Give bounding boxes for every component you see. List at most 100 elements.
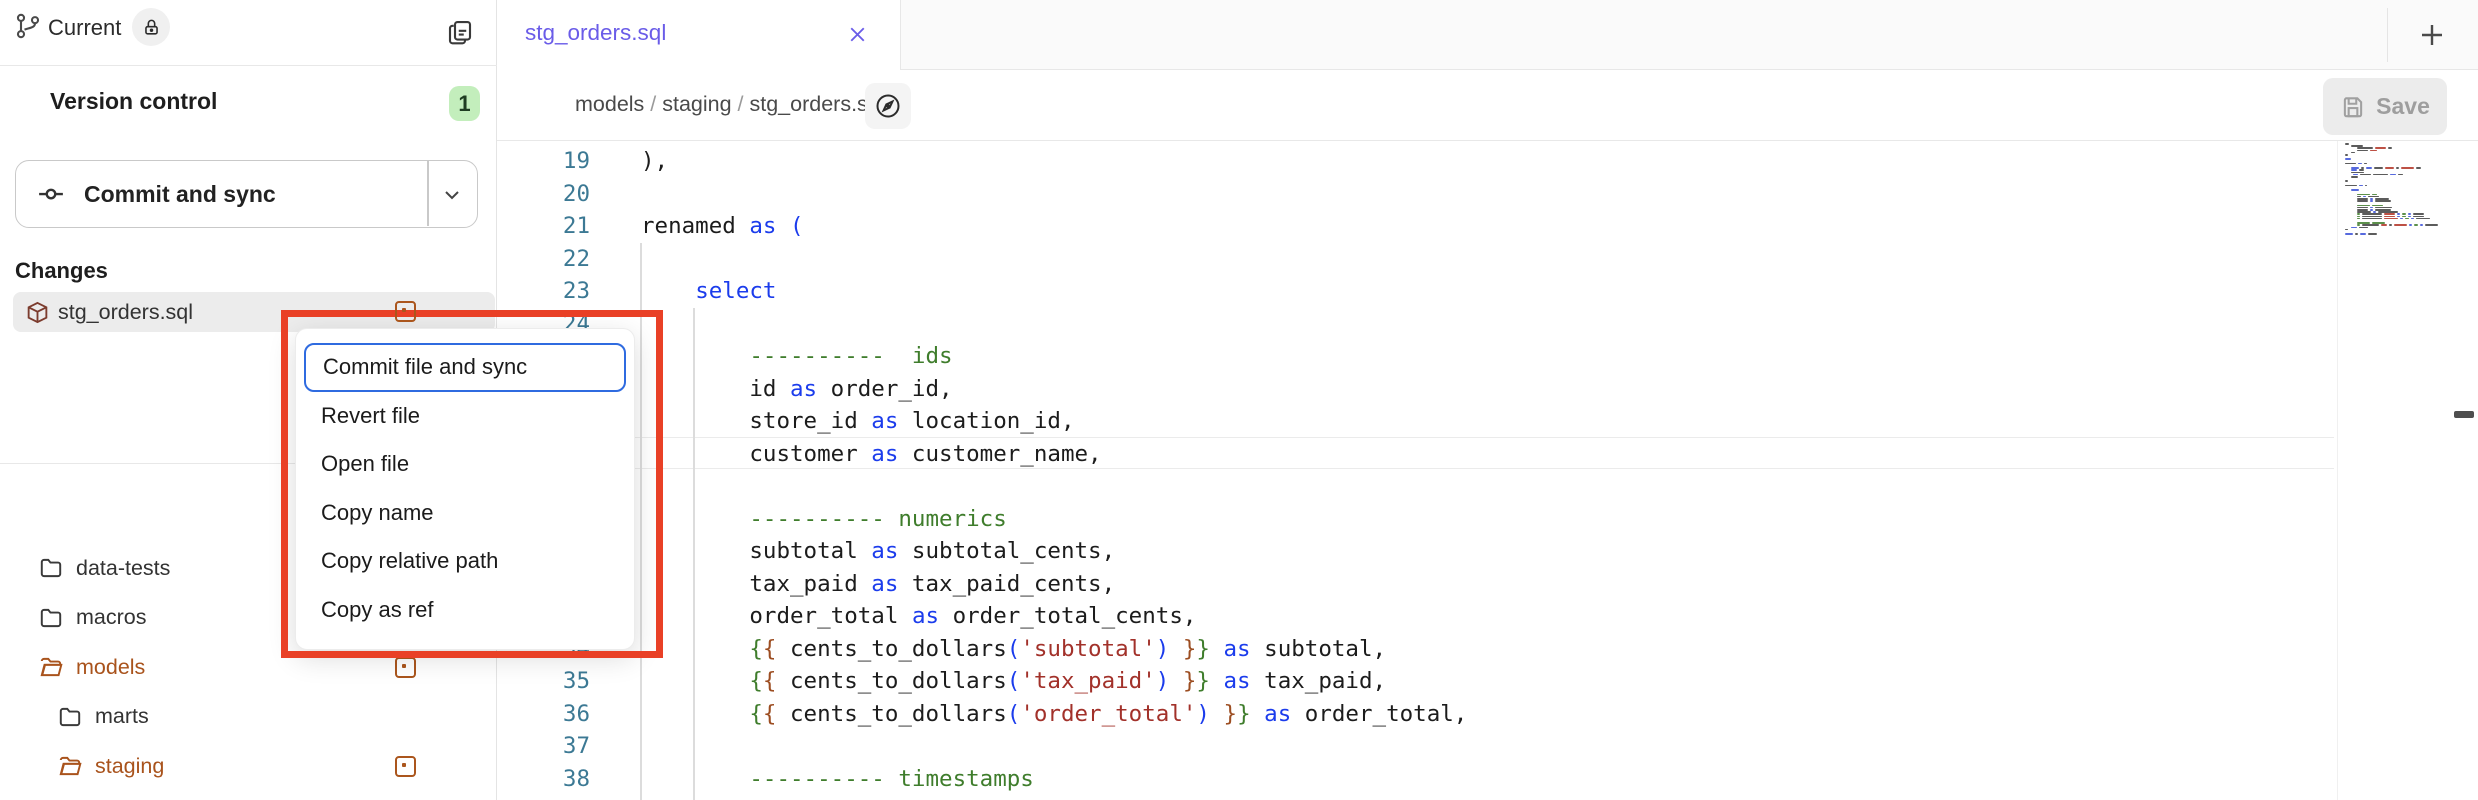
sidebar-item-marts[interactable]: marts bbox=[0, 692, 497, 742]
code-line: 23 select bbox=[497, 275, 2333, 308]
code-line: 19), bbox=[497, 145, 2333, 178]
sidebar-item-staging[interactable]: staging bbox=[0, 741, 497, 791]
folder-name: data-tests bbox=[76, 556, 170, 581]
breadcrumb-segment[interactable]: staging bbox=[662, 92, 731, 116]
code-line: 39 {{ dbt.date_trunc('day', 'ordered_at'… bbox=[497, 795, 2333, 800]
code-text: ---------- numerics bbox=[641, 503, 1007, 536]
tab-label: stg_orders.sql bbox=[525, 20, 666, 46]
save-button[interactable]: Save bbox=[2323, 78, 2447, 135]
modified-folder-badge bbox=[395, 756, 416, 777]
code-text: ), bbox=[641, 145, 668, 178]
minimap-row bbox=[2351, 189, 2361, 191]
new-tab-plus-icon[interactable] bbox=[2415, 18, 2449, 52]
minimap-row bbox=[2351, 152, 2357, 154]
line-number: 39 bbox=[497, 795, 590, 800]
minimap-row bbox=[2345, 229, 2350, 231]
menu-item-open-file[interactable]: Open file bbox=[296, 440, 634, 489]
minimap-row bbox=[2345, 163, 2369, 165]
minimap[interactable] bbox=[2343, 143, 2455, 263]
line-number: 22 bbox=[497, 243, 590, 276]
minimap-row bbox=[2351, 176, 2360, 178]
app-window: Current Version control 1 bbox=[0, 0, 2478, 800]
minimap-row bbox=[2345, 154, 2350, 156]
line-number: 23 bbox=[497, 275, 590, 308]
line-number: 37 bbox=[497, 730, 590, 763]
code-text: ---------- timestamps bbox=[641, 763, 1034, 796]
code-text: select bbox=[641, 275, 776, 308]
code-text: {{ cents_to_dollars('subtotal') }} as su… bbox=[641, 633, 1386, 666]
code-line: 31 subtotal as subtotal_cents, bbox=[497, 535, 2333, 568]
minimap-row bbox=[2351, 227, 2370, 229]
branch-name[interactable]: Current bbox=[48, 15, 121, 41]
lineage-icon[interactable] bbox=[865, 83, 911, 129]
branch-readonly-badge bbox=[132, 8, 170, 46]
commit-options-caret[interactable] bbox=[440, 183, 464, 207]
code-line: 36 {{ cents_to_dollars('order_total') }}… bbox=[497, 698, 2333, 731]
breadcrumb-separator: / bbox=[644, 92, 662, 116]
menu-item-copy-relative-path[interactable]: Copy relative path bbox=[296, 537, 634, 586]
version-control-title: Version control bbox=[50, 88, 217, 115]
folder-name: staging bbox=[95, 754, 164, 779]
code-text: {{ cents_to_dollars('order_total') }} as… bbox=[641, 698, 1467, 731]
breadcrumb: models / staging / stg_orders.sql bbox=[575, 92, 885, 117]
code-line: 34 {{ cents_to_dollars('subtotal') }} as… bbox=[497, 633, 2333, 666]
folder-icon bbox=[38, 605, 64, 631]
folder-open-icon bbox=[38, 654, 64, 680]
code-text: customer as customer_name, bbox=[641, 438, 1102, 471]
code-text: subtotal as subtotal_cents, bbox=[641, 535, 1115, 568]
menu-item-copy-as-ref[interactable]: Copy as ref bbox=[296, 586, 634, 635]
folder-name: models bbox=[76, 655, 145, 680]
commit-and-sync-button[interactable]: Commit and sync bbox=[15, 160, 478, 228]
breadcrumb-separator: / bbox=[732, 92, 750, 116]
code-editor[interactable]: 19),2021renamed as (2223 select2425 ----… bbox=[497, 141, 2478, 800]
code-line: 22 bbox=[497, 243, 2333, 276]
menu-item-revert-file[interactable]: Revert file bbox=[296, 392, 634, 441]
code-line: 30 ---------- numerics bbox=[497, 503, 2333, 536]
minimap-row bbox=[2353, 174, 2405, 176]
scrollbar-marker[interactable] bbox=[2454, 411, 2474, 418]
minimap-row bbox=[2345, 158, 2353, 160]
line-number: 19 bbox=[497, 145, 590, 178]
code-text: id as order_id, bbox=[641, 373, 953, 406]
split-button-divider bbox=[427, 161, 429, 226]
code-line: 29 bbox=[497, 470, 2333, 503]
code-text: {{ cents_to_dollars('tax_paid') }} as ta… bbox=[641, 665, 1386, 698]
git-branch-icon bbox=[14, 12, 42, 40]
code-line: 38 ---------- timestamps bbox=[497, 763, 2333, 796]
branch-header: Current bbox=[0, 0, 497, 66]
code-line: 25 ---------- ids bbox=[497, 340, 2333, 373]
code-text: ---------- ids bbox=[641, 340, 953, 373]
divider bbox=[2387, 8, 2388, 62]
minimap-row bbox=[2357, 218, 2432, 220]
changes-section-label: Changes bbox=[15, 258, 108, 284]
code-text: {{ dbt.date_trunc('day', 'ordered_at') }… bbox=[641, 795, 1508, 800]
breadcrumb-segment[interactable]: models bbox=[575, 92, 644, 116]
code-text: order_total as order_total_cents, bbox=[641, 600, 1196, 633]
code-line: 26 id as order_id, bbox=[497, 373, 2333, 406]
save-floppy-icon bbox=[2340, 94, 2366, 120]
minimap-row bbox=[2345, 185, 2369, 187]
line-number: 20 bbox=[497, 178, 590, 211]
file-context-menu: Commit file and syncRevert fileOpen file… bbox=[295, 328, 635, 650]
folder-open-icon bbox=[57, 753, 83, 779]
modified-file-badge bbox=[395, 301, 416, 322]
modified-folder-badge bbox=[395, 657, 416, 678]
code-line: 28 customer as customer_name, bbox=[497, 438, 2333, 471]
code-line: 20 bbox=[497, 178, 2333, 211]
code-line: 32 tax_paid as tax_paid_cents, bbox=[497, 568, 2333, 601]
editor-toolbar: models / staging / stg_orders.sql Save bbox=[497, 70, 2478, 141]
changed-file-name: stg_orders.sql bbox=[58, 300, 193, 325]
code-line: 21renamed as ( bbox=[497, 210, 2333, 243]
code-line: 27 store_id as location_id, bbox=[497, 405, 2333, 438]
tab-stg-orders[interactable]: stg_orders.sql bbox=[497, 0, 901, 70]
menu-item-copy-name[interactable]: Copy name bbox=[296, 489, 634, 538]
menu-item-commit-file-and-sync[interactable]: Commit file and sync bbox=[304, 343, 626, 392]
close-icon[interactable] bbox=[845, 22, 870, 47]
folder-icon bbox=[38, 555, 64, 581]
minimap-row bbox=[2345, 233, 2379, 235]
version-control-section-header[interactable]: Version control 1 bbox=[0, 66, 497, 138]
changed-file-row[interactable]: stg_orders.sql bbox=[13, 292, 495, 332]
line-number: 21 bbox=[497, 210, 590, 243]
copy-icon[interactable] bbox=[442, 14, 478, 50]
lock-icon bbox=[142, 18, 161, 37]
